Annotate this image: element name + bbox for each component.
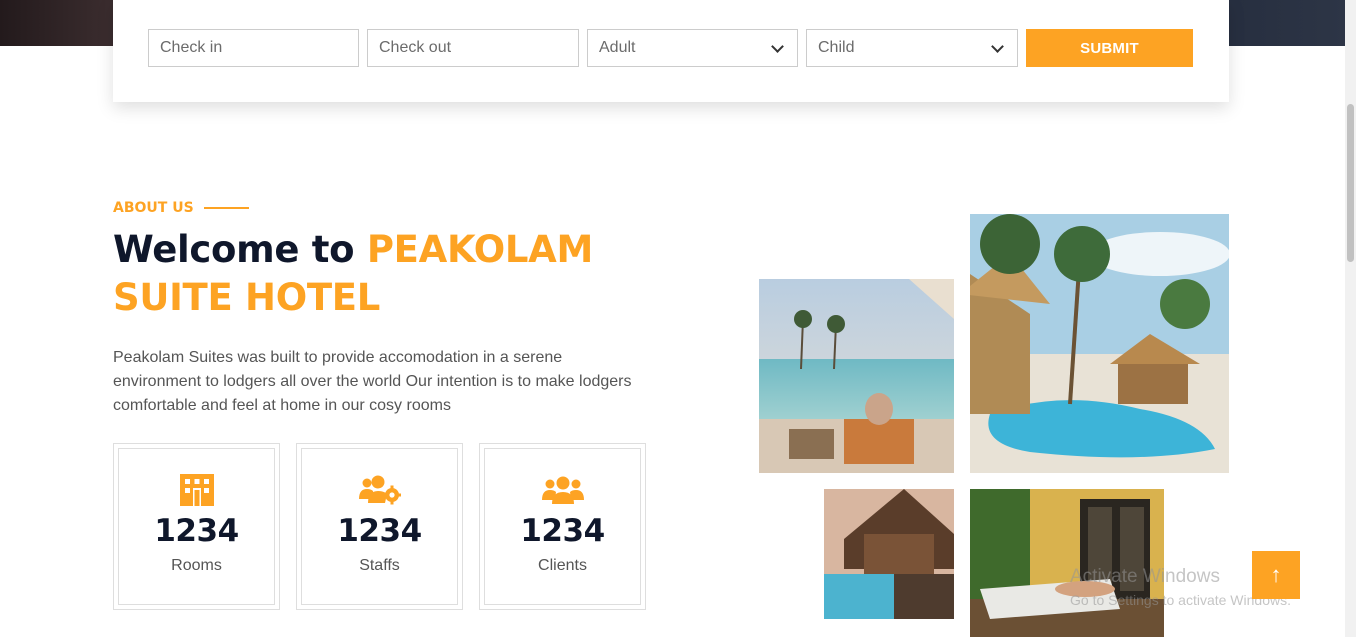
page-scrollbar[interactable] xyxy=(1345,0,1356,637)
garden-lounger-photo xyxy=(970,489,1164,637)
about-eyebrow-label: ABOUT US xyxy=(113,200,194,216)
stat-clients-label: Clients xyxy=(538,557,587,574)
about-description: Peakolam Suites was built to provide acc… xyxy=(113,349,632,414)
users-cog-icon xyxy=(358,473,401,507)
about-eyebrow: ABOUT US xyxy=(113,200,249,216)
tropical-pool-photo xyxy=(970,214,1229,473)
users-icon xyxy=(541,473,584,507)
hotel-icon xyxy=(179,473,215,507)
stat-staffs-value: 1234 xyxy=(337,513,422,549)
stat-card-rooms: 1234 Rooms xyxy=(113,443,280,610)
arrow-up-icon: ↑ xyxy=(1270,562,1282,587)
title-accent-line2: SUITE HOTEL xyxy=(113,276,381,319)
stat-rooms-value: 1234 xyxy=(154,513,239,549)
adult-select[interactable]: Adult xyxy=(587,29,798,67)
check-in-placeholder: Check in xyxy=(160,39,223,56)
beach-cabin-photo xyxy=(824,489,954,619)
child-select-value: Child xyxy=(818,39,855,56)
check-in-input[interactable]: Check in xyxy=(148,29,359,67)
title-prefix: Welcome to xyxy=(113,228,355,271)
stat-staffs-label: Staffs xyxy=(359,557,400,574)
windows-activation-title: Activate Windows xyxy=(1070,566,1220,587)
scrollbar-thumb[interactable] xyxy=(1347,104,1354,262)
eyebrow-divider xyxy=(203,207,249,209)
stat-card-staffs: 1234 Staffs xyxy=(296,443,463,610)
stat-clients-value: 1234 xyxy=(520,513,605,549)
child-select[interactable]: Child xyxy=(806,29,1018,67)
check-out-input[interactable]: Check out xyxy=(367,29,579,67)
stat-card-clients: 1234 Clients xyxy=(479,443,646,610)
back-to-top-button[interactable]: ↑ xyxy=(1252,551,1300,599)
check-out-placeholder: Check out xyxy=(379,39,452,56)
stat-rooms-label: Rooms xyxy=(171,557,222,574)
submit-button[interactable]: SUBMIT xyxy=(1026,29,1193,67)
page-title: Welcome to PEAKOLAM SUITE HOTEL xyxy=(113,226,673,322)
chevron-down-icon xyxy=(991,39,1004,53)
adult-select-value: Adult xyxy=(599,39,636,56)
booking-form: Check in Check out Adult Child SUBMIT xyxy=(113,0,1229,102)
title-accent-line1: PEAKOLAM xyxy=(366,228,593,271)
chevron-down-icon xyxy=(771,39,784,53)
pool-lounge-photo xyxy=(759,279,954,473)
